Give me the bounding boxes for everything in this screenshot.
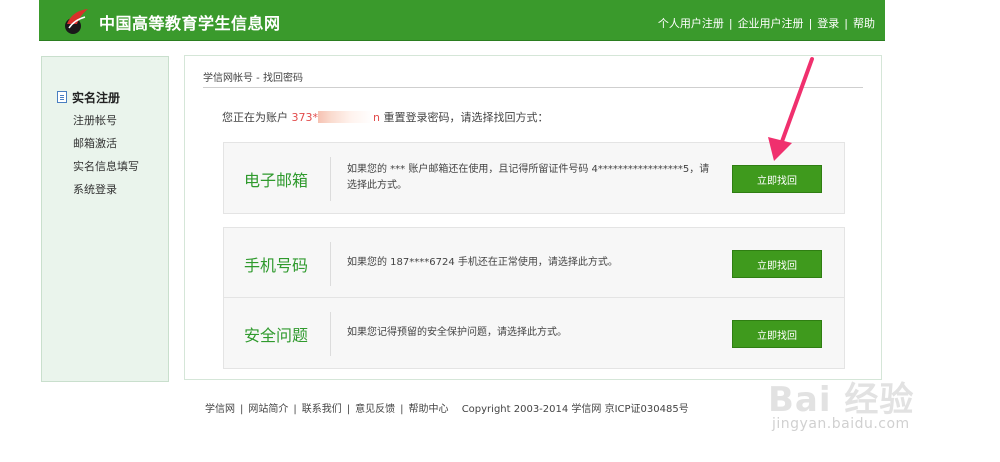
document-icon (57, 91, 67, 103)
watermark-url: jingyan.baidu.com (772, 416, 910, 432)
breadcrumb: 学信网帐号 - 找回密码 (203, 73, 303, 84)
footer: 学信网 | 网站简介 | 联系我们 | 意见反馈 | 帮助中心 Copyright 2003-2… (205, 404, 689, 415)
option-description: 如果您的 *** 账户邮箱还在使用，且记得所留证件号码 4***********… (347, 164, 710, 191)
option-title: 安全问题 (244, 326, 309, 345)
sidebar-item-register-account[interactable]: 注册帐号 (73, 112, 139, 135)
footer-link-help[interactable]: 帮助中心 (409, 404, 449, 415)
intro-text: 您正在为账户 373* n 重置登录密码，请选择找回方式： (222, 111, 549, 124)
nav-enterprise-register-link[interactable]: 企业用户注册 (738, 17, 804, 30)
site-title: 中国高等教育学生信息网 (99, 14, 281, 33)
option-email: 电子邮箱 如果您的 *** 账户邮箱还在使用，且记得所留证件号码 4******… (223, 142, 845, 214)
sidebar-heading: 实名注册 (57, 89, 120, 106)
nav-login-link[interactable]: 登录 (817, 17, 839, 30)
footer-link-contact[interactable]: 联系我们 (302, 404, 342, 415)
sidebar-item-system-login[interactable]: 系统登录 (73, 181, 139, 204)
nav-help-link[interactable]: 帮助 (853, 17, 875, 30)
nav-personal-register-link[interactable]: 个人用户注册 (658, 17, 724, 30)
option-divider (330, 312, 331, 356)
option-divider (330, 242, 331, 286)
site-header: 中国高等教育学生信息网 个人用户注册 | 企业用户注册 | 登录 | 帮助 (39, 0, 885, 41)
account-name: 373* n (291, 111, 380, 124)
recover-security-question-button[interactable]: 立即找回 (732, 320, 822, 348)
option-phone: 手机号码 如果您的 187****6724 手机还在正常使用，请选择此方式。 立… (223, 227, 845, 299)
logo-icon (65, 9, 88, 34)
recover-email-button[interactable]: 立即找回 (732, 165, 822, 193)
option-description: 如果您记得预留的安全保护问题，请选择此方式。 (347, 327, 567, 338)
pointer-arrow-icon (768, 57, 814, 161)
top-nav: 个人用户注册 | 企业用户注册 | 登录 | 帮助 (657, 17, 875, 30)
baidu-jingyan-watermark: Bai 经验 jingyan.baidu.com (768, 372, 998, 452)
sidebar-item-email-activation[interactable]: 邮箱激活 (73, 135, 139, 158)
footer-link-xuexin[interactable]: 学信网 (205, 404, 235, 415)
sidebar-item-real-name-info[interactable]: 实名信息填写 (73, 158, 139, 181)
footer-link-about[interactable]: 网站简介 (248, 404, 288, 415)
recover-phone-button[interactable]: 立即找回 (732, 250, 822, 278)
copyright-text: Copyright 2003-2014 学信网 京ICP证030485号 (461, 404, 689, 415)
footer-link-feedback[interactable]: 意见反馈 (355, 404, 395, 415)
option-security-question: 安全问题 如果您记得预留的安全保护问题，请选择此方式。 立即找回 (223, 297, 845, 369)
sidebar: 实名注册 注册帐号 邮箱激活 实名信息填写 系统登录 (41, 56, 169, 382)
option-title: 电子邮箱 (244, 171, 309, 190)
watermark-logo: Bai 经验 (768, 380, 915, 420)
redacted-blur (318, 111, 373, 123)
option-title: 手机号码 (244, 256, 309, 275)
option-divider (330, 157, 331, 201)
option-description: 如果您的 187****6724 手机还在正常使用，请选择此方式。 (347, 257, 618, 268)
